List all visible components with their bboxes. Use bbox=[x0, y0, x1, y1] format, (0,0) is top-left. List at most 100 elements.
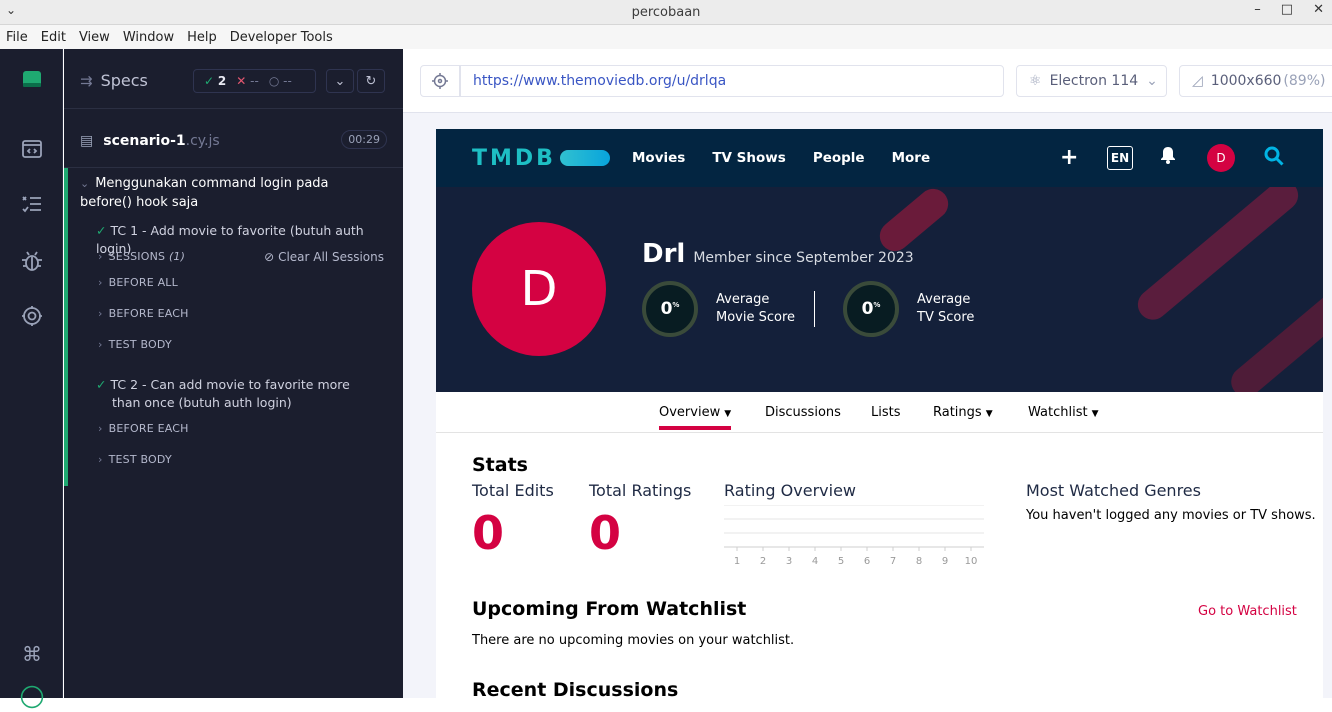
maximize-button[interactable]: □ bbox=[1281, 2, 1293, 17]
tab-discussions[interactable]: Discussions bbox=[765, 405, 841, 420]
rating-tick-label: 1 bbox=[734, 556, 740, 567]
window-titlebar: ⌄ percobaan – □ ✕ bbox=[0, 0, 1332, 25]
before-all-section[interactable]: › BEFORE ALL bbox=[98, 276, 178, 289]
chevron-right-icon: › bbox=[98, 250, 103, 263]
bell-icon[interactable] bbox=[1160, 146, 1176, 169]
aut-url-field[interactable]: https://www.themoviedb.org/u/drlqa bbox=[460, 65, 1004, 97]
clear-all-sessions-button[interactable]: ⊘ Clear All Sessions bbox=[264, 250, 384, 264]
nav-avatar[interactable]: D bbox=[1207, 144, 1235, 172]
failed-icon: ✕ bbox=[236, 74, 247, 88]
suite-block: ⌄ Menggunakan command login pada before()… bbox=[64, 168, 403, 486]
debug-nav-icon[interactable] bbox=[20, 249, 44, 273]
menu-edit[interactable]: Edit bbox=[41, 30, 66, 45]
username[interactable]: Drl bbox=[642, 239, 685, 269]
movie-score-ring: 0% bbox=[642, 281, 698, 337]
ban-icon: ⊘ bbox=[264, 250, 275, 264]
chevron-right-icon: › bbox=[98, 276, 103, 289]
member-since: Member since September 2023 bbox=[693, 250, 914, 266]
spec-duration: 00:29 bbox=[341, 130, 387, 149]
chevron-down-icon: ⌄ bbox=[334, 73, 346, 89]
suite-title[interactable]: ⌄ Menggunakan command login pada before()… bbox=[80, 174, 380, 212]
sessions-section[interactable]: › SESSIONS (1) bbox=[98, 250, 185, 263]
caret-down-icon: ▼ bbox=[724, 409, 732, 419]
settings-nav-icon[interactable] bbox=[20, 304, 44, 328]
failed-count: -- bbox=[250, 74, 259, 88]
caret-down-icon: ▼ bbox=[985, 409, 993, 419]
recent-discussions-title: Recent Discussions bbox=[472, 679, 679, 698]
chevron-right-icon: › bbox=[98, 422, 103, 435]
rating-tick-label: 6 bbox=[864, 556, 870, 567]
nav-more[interactable]: More bbox=[892, 150, 931, 166]
upcoming-watchlist-title: Upcoming From Watchlist bbox=[472, 598, 747, 620]
menu-developer-tools[interactable]: Developer Tools bbox=[230, 30, 333, 45]
menu-view[interactable]: View bbox=[79, 30, 110, 45]
tmdb-logo-pill bbox=[560, 150, 610, 166]
before-each-section[interactable]: › BEFORE EACH bbox=[98, 422, 189, 435]
status-indicator-icon bbox=[20, 685, 44, 709]
aut-frame: TMDB Movies TV Shows People More + EN D bbox=[436, 129, 1323, 698]
specs-title[interactable]: ⇉ Specs bbox=[80, 71, 148, 90]
total-ratings-value: 0 bbox=[589, 506, 622, 560]
tmdb-logo[interactable]: TMDB bbox=[472, 146, 556, 171]
chevron-down-icon: ⌄ bbox=[80, 177, 90, 190]
passed-icon: ✓ bbox=[204, 74, 215, 88]
tab-overview[interactable]: Overview ▼ bbox=[659, 405, 732, 430]
before-each-section[interactable]: › BEFORE EACH bbox=[98, 307, 189, 320]
tv-score-label: Average TV Score bbox=[917, 292, 975, 325]
selector-playground-button[interactable] bbox=[420, 65, 460, 97]
test-row[interactable]: ✓ TC 2 - Can add movie to favorite more t… bbox=[96, 376, 376, 412]
tv-score-ring: 0% bbox=[843, 281, 899, 337]
viewport-info[interactable]: ◿ 1000x660 (89%) bbox=[1179, 65, 1332, 97]
tab-ratings[interactable]: Ratings ▼ bbox=[933, 405, 993, 420]
menu-help[interactable]: Help bbox=[187, 30, 217, 45]
pending-count: -- bbox=[283, 74, 292, 88]
total-ratings-label: Total Ratings bbox=[589, 481, 692, 500]
chevron-right-icon: › bbox=[98, 338, 103, 351]
stats-title: Stats bbox=[472, 454, 528, 476]
search-icon[interactable] bbox=[1264, 146, 1284, 171]
rating-tick-label: 3 bbox=[786, 556, 792, 567]
testing-preferences-button[interactable]: ⌄ bbox=[326, 69, 354, 93]
keyboard-shortcuts-icon[interactable]: ⌘ bbox=[20, 642, 44, 666]
minimize-button[interactable]: – bbox=[1254, 2, 1261, 17]
nav-tv-shows[interactable]: TV Shows bbox=[712, 150, 785, 166]
nav-people[interactable]: People bbox=[813, 150, 865, 166]
ruler-icon: ◿ bbox=[1192, 73, 1203, 89]
tab-lists[interactable]: Lists bbox=[871, 405, 901, 420]
language-button[interactable]: EN bbox=[1107, 146, 1133, 170]
specs-nav-icon[interactable] bbox=[20, 137, 44, 161]
browser-selector[interactable]: ⚛ Electron 114 ⌄ bbox=[1016, 65, 1167, 97]
nav-rail: ⌘ bbox=[0, 49, 63, 709]
check-icon: ✓ bbox=[96, 223, 107, 238]
menu-window[interactable]: Window bbox=[123, 30, 174, 45]
rating-tick-label: 9 bbox=[942, 556, 948, 567]
test-body-section[interactable]: › TEST BODY bbox=[98, 338, 172, 351]
rating-overview-chart: 1 2 3 4 5 6 7 8 9 10 bbox=[724, 505, 984, 567]
electron-icon: ⚛ bbox=[1029, 73, 1042, 89]
plus-icon[interactable]: + bbox=[1060, 145, 1078, 170]
window-menu-chevron-icon[interactable]: ⌄ bbox=[6, 3, 16, 17]
chevron-right-icon: › bbox=[98, 453, 103, 466]
spec-file-row[interactable]: ▤ scenario-1 .cy.js 00:29 bbox=[80, 129, 387, 153]
collapse-specs-icon[interactable]: ⇉ bbox=[80, 72, 93, 90]
rating-tick-label: 4 bbox=[812, 556, 818, 567]
menu-bar: File Edit View Window Help Developer Too… bbox=[0, 25, 1332, 49]
refresh-icon: ↻ bbox=[365, 73, 377, 89]
cypress-logo-icon[interactable] bbox=[20, 67, 44, 91]
crosshair-icon bbox=[432, 73, 448, 89]
test-body-section[interactable]: › TEST BODY bbox=[98, 453, 172, 466]
nav-movies[interactable]: Movies bbox=[632, 150, 685, 166]
hero-stripe bbox=[1225, 277, 1323, 392]
close-button[interactable]: ✕ bbox=[1313, 2, 1324, 17]
menu-file[interactable]: File bbox=[6, 30, 28, 45]
rating-tick-label: 8 bbox=[916, 556, 922, 567]
rating-tick-label: 10 bbox=[965, 556, 978, 567]
tab-watchlist[interactable]: Watchlist ▼ bbox=[1028, 405, 1099, 420]
go-to-watchlist-link[interactable]: Go to Watchlist bbox=[1198, 604, 1297, 619]
specs-panel: ⇉ Specs ✓ 2 ✕ -- ○ -- ⌄ ↻ ▤ scenario-1 .… bbox=[64, 49, 403, 698]
rerun-button[interactable]: ↻ bbox=[357, 69, 385, 93]
runs-nav-icon[interactable] bbox=[20, 192, 44, 216]
chevron-right-icon: › bbox=[98, 307, 103, 320]
spec-file-name: scenario-1 bbox=[103, 133, 186, 149]
caret-down-icon: ▼ bbox=[1091, 409, 1099, 419]
